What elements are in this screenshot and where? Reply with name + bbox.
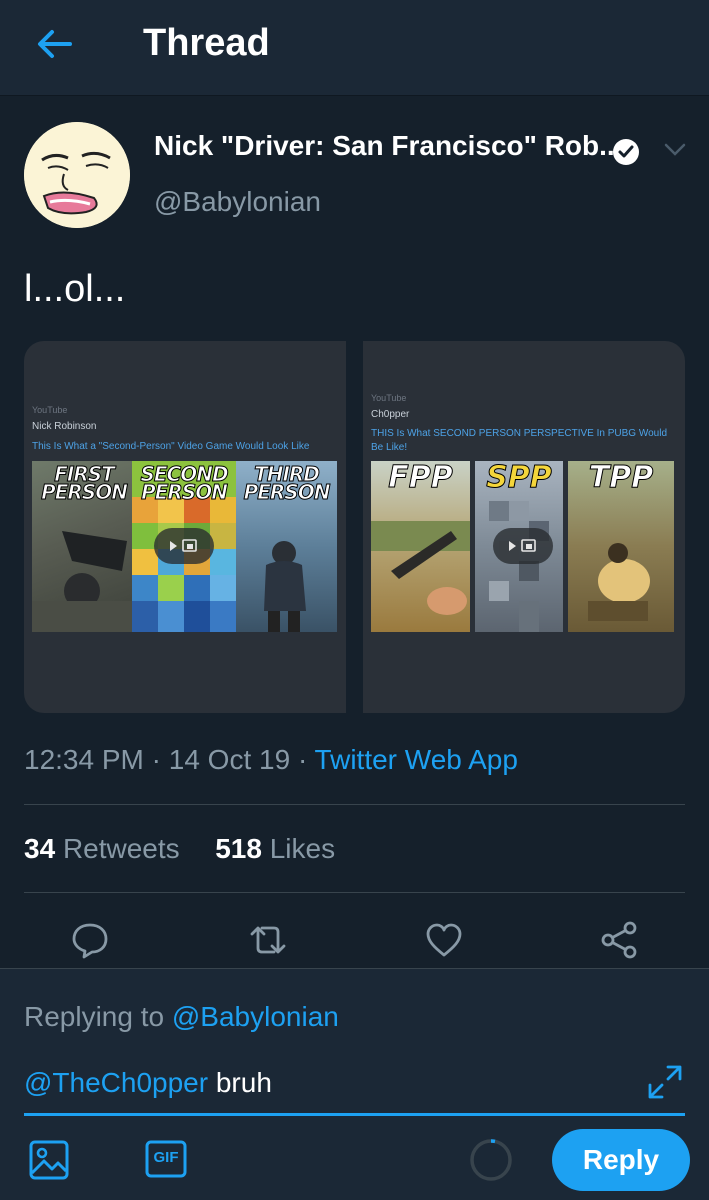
play-button[interactable] [493, 528, 553, 564]
reply-input[interactable]: @TheCh0pper bruh [24, 1067, 272, 1099]
chevron-down-icon [664, 143, 686, 156]
expand-icon [648, 1065, 682, 1099]
card-channel-name: Nick Robinson [32, 421, 97, 432]
more-options-button[interactable] [664, 142, 686, 158]
reply-composer: Replying to @Babylonian @TheCh0pper bruh… [0, 968, 709, 1200]
tweet-date: 14 Oct 19 [168, 744, 291, 775]
video-thumbnail[interactable]: FPP SPP TPP [371, 461, 674, 632]
likes-stat[interactable]: 518 Likes [215, 833, 335, 864]
reply-action-button[interactable] [70, 920, 110, 960]
draft-text: bruh [208, 1067, 272, 1098]
expand-composer-button[interactable] [646, 1063, 684, 1101]
draft-mention: @TheCh0pper [24, 1067, 209, 1098]
author-name[interactable]: Nick "Driver: San Francisco" Rob... [154, 130, 622, 162]
avatar[interactable] [24, 122, 130, 228]
character-counter-icon [470, 1139, 512, 1181]
top-bar: Thread [0, 0, 709, 96]
image-icon [29, 1140, 69, 1180]
play-icon [509, 539, 536, 552]
back-button[interactable] [30, 22, 80, 66]
like-action-button[interactable] [424, 920, 464, 960]
add-media-button[interactable] [28, 1139, 70, 1181]
play-button[interactable] [154, 528, 214, 564]
tweet-source-link[interactable]: Twitter Web App [315, 744, 518, 775]
play-icon [170, 539, 197, 552]
arrow-left-icon [38, 30, 72, 58]
retweet-action-button[interactable] [246, 920, 290, 960]
author-handle[interactable]: @Babylonian [154, 186, 321, 218]
verified-badge-icon [612, 138, 640, 166]
character-counter [468, 1137, 514, 1183]
share-action-button[interactable] [600, 920, 640, 960]
tweet-stats: 34 Retweets 518 Likes [24, 833, 335, 865]
card-video-title[interactable]: This Is What a "Second-Person" Video Gam… [32, 440, 332, 454]
divider [24, 892, 685, 893]
tweet-time: 12:34 PM [24, 744, 144, 775]
input-underline [24, 1113, 685, 1116]
heart-icon [426, 923, 462, 957]
replying-to-label: Replying to @Babylonian [24, 1001, 339, 1032]
card-site-label: YouTube [32, 405, 68, 415]
media-card-2[interactable]: YouTube Ch0pper THIS Is What SECOND PERS… [363, 341, 685, 713]
page-title: Thread [143, 22, 270, 64]
tweet-metadata: 12:34 PM · 14 Oct 19 · Twitter Web App [24, 744, 518, 775]
retweets-stat[interactable]: 34 Retweets [24, 833, 180, 864]
media-card-1[interactable]: YouTube Nick Robinson This Is What a "Se… [24, 341, 346, 713]
add-gif-button[interactable]: GIF [144, 1139, 188, 1179]
comment-icon [72, 923, 108, 959]
card-site-label: YouTube [371, 393, 407, 403]
retweet-icon [250, 926, 286, 954]
divider [24, 804, 685, 805]
card-channel-name: Ch0pper [371, 409, 410, 420]
tweet-text: l...ol... [24, 268, 126, 310]
share-icon [601, 921, 637, 959]
replying-to-handle[interactable]: @Babylonian [172, 1001, 339, 1032]
card-video-title[interactable]: THIS Is What SECOND PERSON PERSPECTIVE I… [371, 427, 671, 455]
reply-submit-button[interactable]: Reply [552, 1129, 690, 1191]
video-thumbnail[interactable]: FIRST PERSON SECOND PERSON THIRD PERSON [32, 461, 337, 632]
